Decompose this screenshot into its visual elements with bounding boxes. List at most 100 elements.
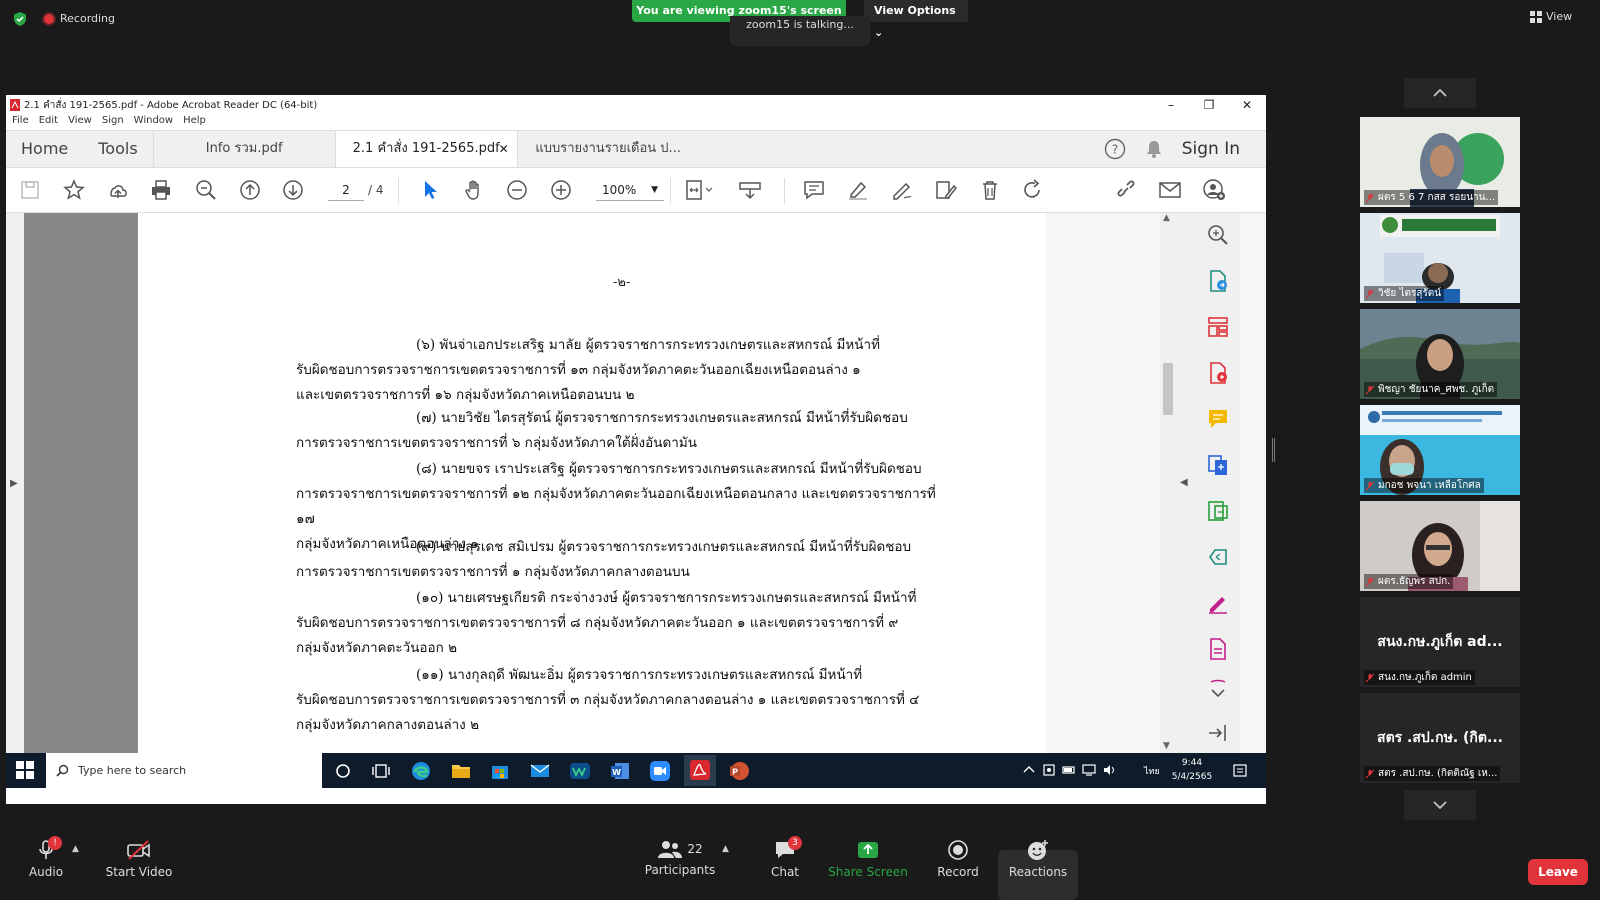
battery-icon[interactable]: [1062, 763, 1084, 785]
more-tools-chevron-icon[interactable]: [1206, 679, 1230, 703]
recording-indicator[interactable]: Recording: [44, 12, 115, 25]
security-tray-icon[interactable]: [1042, 763, 1064, 785]
powerpoint-icon[interactable]: P: [728, 760, 750, 782]
taskbar-search-box[interactable]: Type here to search: [46, 753, 322, 788]
audio-options-caret[interactable]: ▲: [72, 844, 79, 854]
left-panel-toggle[interactable]: ▶: [6, 213, 24, 753]
edge-browser-icon[interactable]: [410, 760, 432, 782]
show-hidden-icons-chevron[interactable]: [1022, 763, 1044, 785]
delete-trash-icon[interactable]: [978, 178, 1002, 202]
zoom-out-icon[interactable]: [505, 178, 529, 202]
doc-tab-info[interactable]: Info รวม.pdf: [152, 131, 335, 167]
hand-tool-icon[interactable]: [462, 178, 486, 202]
gallery-scroll-down-button[interactable]: [1404, 790, 1476, 820]
exit-panel-icon[interactable]: [1206, 721, 1230, 745]
document-viewer[interactable]: ▶ -๒- (๖) พันจ่าเอกประเสริฐ มาลัย ผู้ตรว…: [6, 213, 1266, 753]
participant-tile[interactable]: สนง.กษ.ภูเก็ต ad... สนง.กษ.ภูเก็ต admin: [1360, 597, 1520, 687]
gallery-scroll-up-button[interactable]: [1404, 78, 1476, 108]
audio-button[interactable]: ! Audio: [24, 836, 68, 879]
page-up-icon[interactable]: [238, 178, 262, 202]
chat-button[interactable]: 3 Chat: [760, 836, 810, 879]
acrobat-taskbar-icon[interactable]: [684, 755, 716, 786]
menu-sign[interactable]: Sign: [102, 115, 124, 130]
participants-button[interactable]: 22 Participants: [640, 838, 720, 877]
sign-in-link[interactable]: Sign In: [1182, 139, 1240, 159]
minimize-icon[interactable]: –: [1152, 95, 1190, 115]
input-language[interactable]: ไทย: [1144, 764, 1160, 778]
view-layout-button[interactable]: View: [1530, 10, 1572, 23]
reactions-button[interactable]: Reactions: [1000, 838, 1076, 879]
send-review-icon[interactable]: [1206, 545, 1230, 569]
notification-bell-icon[interactable]: [1144, 139, 1164, 159]
menu-view[interactable]: View: [68, 115, 92, 130]
mail-icon[interactable]: [529, 760, 551, 782]
webex-icon[interactable]: [569, 760, 591, 782]
menu-window[interactable]: Window: [134, 115, 173, 130]
participant-tile[interactable]: พิชญา ชัยนาค_ศพช. ภูเก็ต: [1360, 309, 1520, 399]
cortana-icon[interactable]: [332, 760, 354, 782]
page-down-icon[interactable]: [281, 178, 305, 202]
restore-icon[interactable]: ❐: [1190, 95, 1228, 115]
participants-options-caret[interactable]: ▲: [722, 844, 729, 854]
leave-meeting-button[interactable]: Leave: [1528, 859, 1588, 885]
panel-splitter[interactable]: [1272, 438, 1275, 462]
menu-edit[interactable]: Edit: [39, 115, 58, 130]
bookmark-star-icon[interactable]: [62, 178, 86, 202]
scroll-up-icon[interactable]: ▲: [1163, 213, 1170, 223]
scroll-down-icon[interactable]: ▼: [1163, 741, 1170, 751]
tab-tools[interactable]: Tools: [83, 131, 152, 167]
zoom-level-select[interactable]: 100% ▼: [596, 179, 664, 201]
start-video-button[interactable]: Start Video: [104, 838, 174, 879]
doc-tab-active[interactable]: 2.1 คำสั่ง 191-2565.pdf ✕: [334, 131, 517, 167]
close-tab-icon[interactable]: ✕: [499, 131, 509, 167]
store-icon[interactable]: [489, 760, 511, 782]
fit-page-icon[interactable]: [684, 178, 713, 202]
participant-tile[interactable]: วิชัย ไตรสุรัตน์: [1360, 213, 1520, 303]
task-view-icon[interactable]: [370, 760, 392, 782]
view-options-button[interactable]: View Options ⌄: [864, 0, 968, 39]
volume-icon[interactable]: [1102, 763, 1124, 785]
taskbar-clock[interactable]: 9:44 5/4/2565: [1170, 756, 1214, 784]
menu-help[interactable]: Help: [183, 115, 206, 130]
file-explorer-icon[interactable]: [450, 760, 472, 782]
print-icon[interactable]: [149, 178, 173, 202]
scroll-mode-icon[interactable]: [738, 178, 762, 202]
notification-center-icon[interactable]: [1232, 763, 1254, 785]
help-icon[interactable]: ?: [1104, 138, 1126, 160]
page-number-input[interactable]: 2: [328, 179, 364, 201]
compress-pdf-icon[interactable]: [1206, 499, 1230, 523]
scrollbar-thumb[interactable]: [1163, 363, 1173, 415]
save-icon[interactable]: [18, 178, 42, 202]
participant-tile[interactable]: ผตร 5 6 7 กสส รอยนาน...: [1360, 117, 1520, 207]
export-pdf-icon[interactable]: [1206, 269, 1230, 293]
comment-tool-icon[interactable]: [1206, 407, 1230, 431]
highlight-pen-icon[interactable]: [846, 178, 870, 202]
close-window-icon[interactable]: ✕: [1228, 95, 1266, 115]
comment-icon[interactable]: [802, 178, 826, 202]
tab-home[interactable]: Home: [6, 131, 83, 167]
draw-sign-icon[interactable]: [890, 178, 914, 202]
zoom-app-icon[interactable]: [649, 760, 671, 782]
record-button[interactable]: Record: [930, 838, 986, 879]
participant-tile[interactable]: มกอช พจนา เหลือโกศล: [1360, 405, 1520, 495]
collapse-panel-icon[interactable]: ◀: [1180, 477, 1188, 488]
select-cursor-icon[interactable]: [418, 178, 442, 202]
security-shield-icon[interactable]: [12, 11, 28, 27]
zoom-search-icon[interactable]: [194, 178, 218, 202]
pdf-document-icon[interactable]: [1206, 637, 1230, 661]
share-link-icon[interactable]: [1114, 178, 1138, 202]
network-icon[interactable]: [1082, 763, 1104, 785]
fill-sign-icon[interactable]: [1206, 591, 1230, 615]
edit-pdf-icon[interactable]: [934, 178, 958, 202]
doc-tab-report[interactable]: แบบรายงานรายเดือน ป...: [516, 131, 699, 167]
share-screen-button[interactable]: Share Screen: [828, 838, 908, 879]
participant-tile[interactable]: สตร .สป.กษ. (กิต... สตร .สป.กษ. (กิตติณั…: [1360, 693, 1520, 783]
participant-tile[interactable]: ผตร.ธัญพร สปก.: [1360, 501, 1520, 591]
search-zoom-icon[interactable]: [1206, 223, 1230, 247]
vertical-scrollbar[interactable]: ▲ ▼: [1160, 213, 1176, 753]
zoom-in-icon[interactable]: [549, 178, 573, 202]
word-icon[interactable]: W: [609, 760, 631, 782]
combine-files-icon[interactable]: [1206, 453, 1230, 477]
windows-start-icon[interactable]: [16, 761, 34, 779]
menu-file[interactable]: File: [12, 115, 29, 130]
